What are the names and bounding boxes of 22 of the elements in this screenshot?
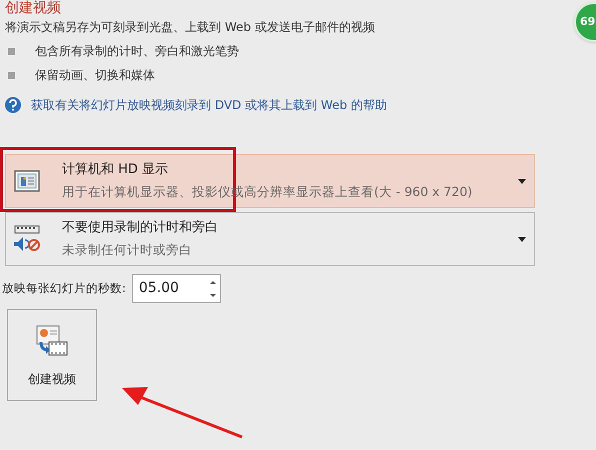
- description-text: 将演示文稿另存为可刻录到光盘、上载到 Web 或发送电子邮件的视频: [5, 19, 375, 36]
- speaker-no-icon: [12, 224, 42, 254]
- spin-arrows-icon: [208, 278, 217, 298]
- score-badge: 69: [574, 2, 596, 42]
- seconds-label: 放映每张幻灯片的秒数:: [2, 280, 126, 297]
- create-video-button[interactable]: 创建视频: [7, 309, 97, 401]
- dropdown-title: 计算机和 HD 显示: [62, 161, 168, 179]
- monitor-chart-icon: [14, 170, 40, 192]
- help-link[interactable]: 获取有关将幻灯片放映视频刻录到 DVD 或将其上载到 Web 的帮助: [31, 96, 387, 114]
- bullet-icon: [8, 48, 15, 54]
- caret-icon: [518, 237, 526, 242]
- dropdown-title: 不要使用录制的计时和旁白: [62, 219, 218, 237]
- section-title: 创建视频: [5, 0, 61, 16]
- dropdown-subtitle: 未录制任何计时或旁白: [62, 241, 192, 259]
- dropdown[interactable]: 不要使用录制的计时和旁白 未录制任何计时或旁白: [5, 212, 535, 266]
- bullet-text: 包含所有录制的计时、旁白和激光笔势: [35, 43, 239, 60]
- bullet-text: 保留动画、切换和媒体: [35, 67, 155, 84]
- slide-film-icon: [35, 324, 69, 358]
- help-icon: [5, 97, 21, 113]
- caret-icon: [518, 179, 526, 184]
- seconds-spinner[interactable]: 05.00: [132, 274, 221, 303]
- bullet-icon: [8, 72, 15, 78]
